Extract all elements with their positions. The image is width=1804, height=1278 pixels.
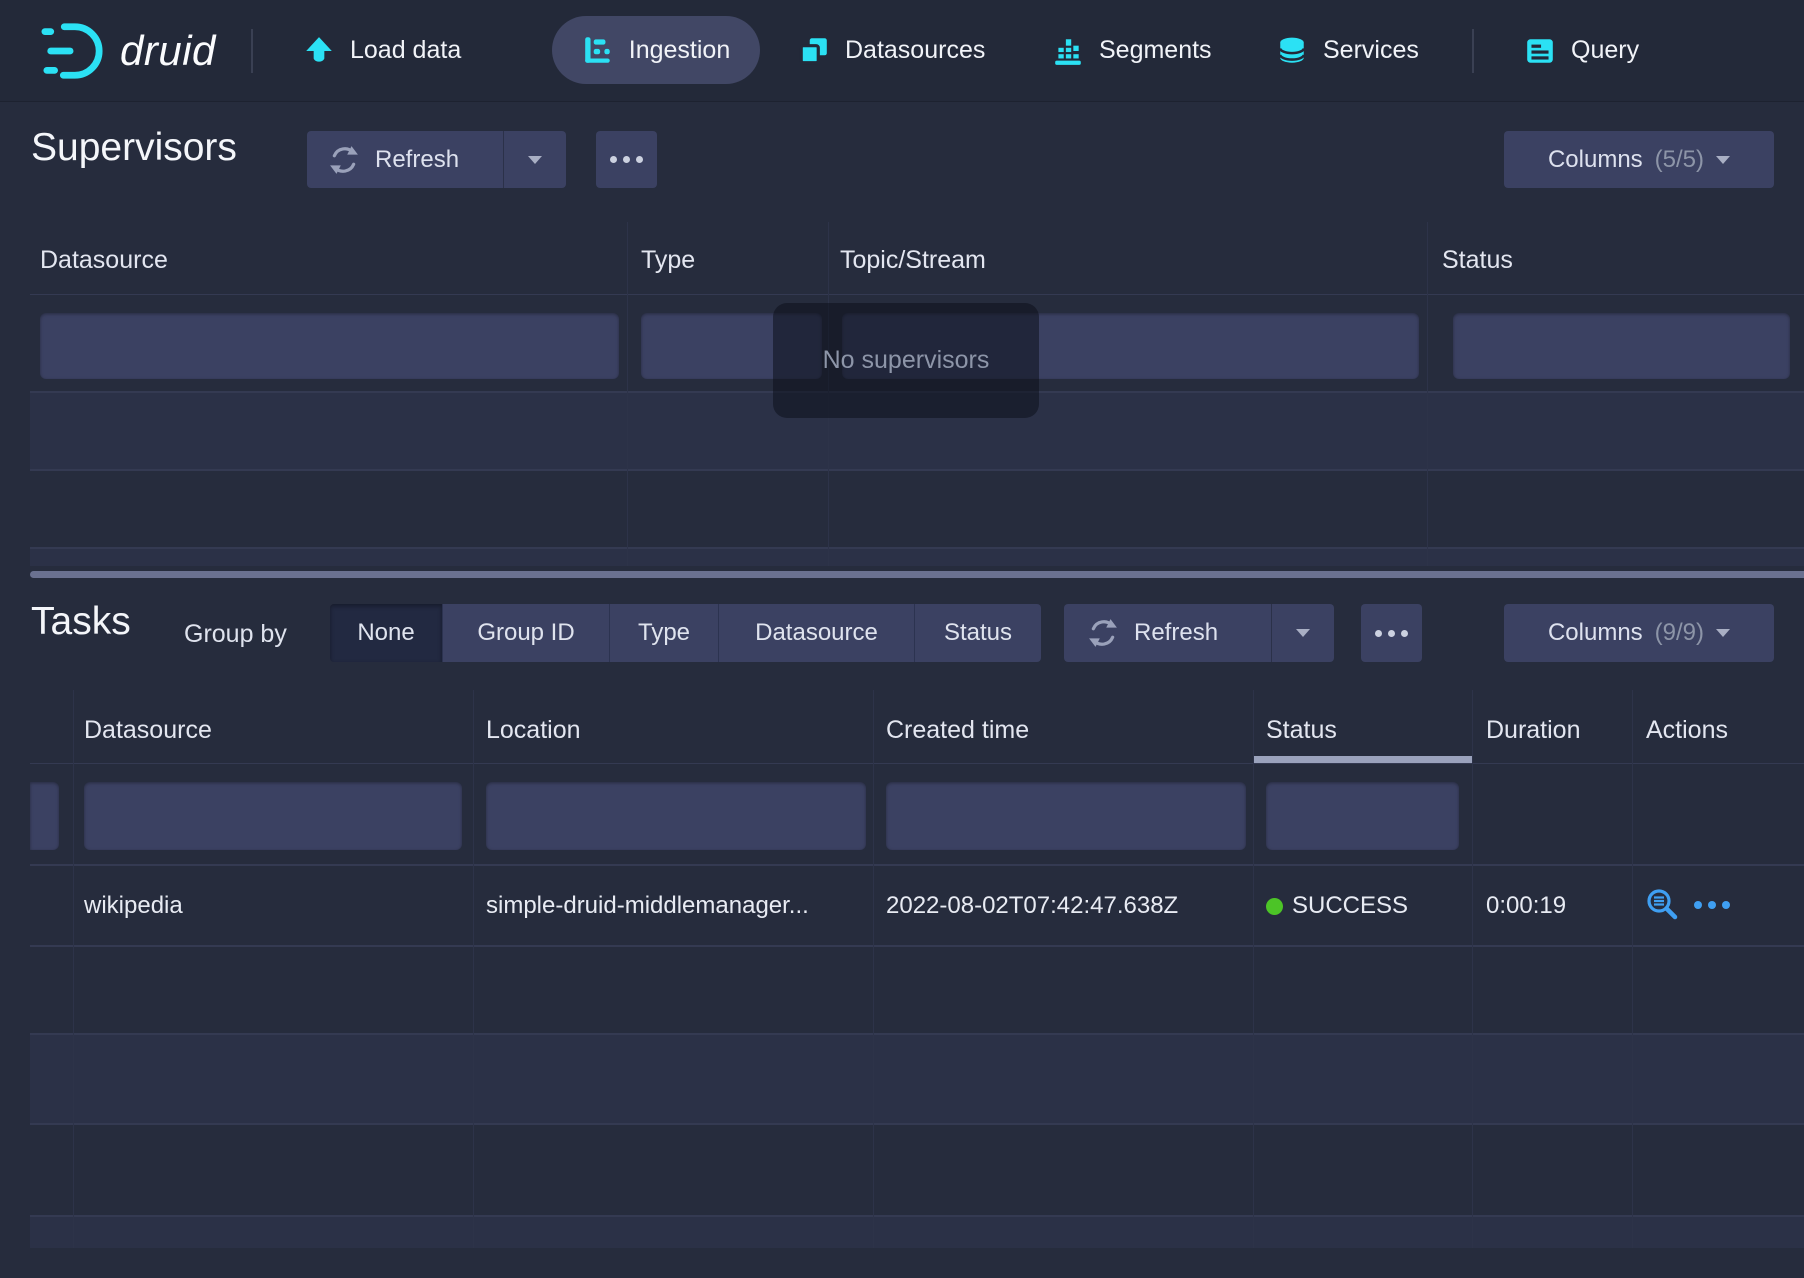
cell-duration: 0:00:19 bbox=[1486, 892, 1566, 920]
task-col-duration[interactable]: Duration bbox=[1486, 716, 1581, 745]
group-by-group-id-button[interactable]: Group ID bbox=[443, 604, 610, 662]
tasks-more-button[interactable] bbox=[1361, 604, 1422, 662]
nav-label: Segments bbox=[1099, 36, 1212, 65]
refresh-icon bbox=[1088, 618, 1118, 648]
datasources-icon bbox=[798, 35, 830, 67]
supervisors-refresh-button[interactable]: Refresh bbox=[307, 131, 503, 188]
supervisors-title: Supervisors bbox=[31, 126, 237, 170]
columns-count: (5/5) bbox=[1655, 146, 1704, 174]
supervisors-more-button[interactable] bbox=[596, 131, 657, 188]
task-filter-datasource[interactable] bbox=[84, 782, 462, 850]
table-row bbox=[30, 1217, 1804, 1248]
refresh-label: Refresh bbox=[375, 146, 459, 174]
nav-label: Services bbox=[1323, 36, 1419, 65]
nav-label: Query bbox=[1571, 36, 1639, 65]
nav-load-data[interactable]: Load data bbox=[303, 0, 461, 101]
columns-count: (9/9) bbox=[1655, 619, 1704, 647]
group-by-none-button[interactable]: None bbox=[330, 604, 443, 662]
nav-query[interactable]: Query bbox=[1524, 0, 1639, 101]
chevron-down-icon bbox=[528, 156, 542, 164]
nav-datasources[interactable]: Datasources bbox=[798, 0, 985, 101]
brand[interactable]: druid bbox=[38, 0, 216, 101]
sup-col-status[interactable]: Status bbox=[1442, 246, 1513, 275]
druid-console: druid Load data Ingestion bbox=[0, 0, 1804, 1278]
cell-status: SUCCESS bbox=[1292, 892, 1408, 920]
cell-location: simple-druid-middlemanager... bbox=[486, 892, 809, 920]
chevron-down-icon bbox=[1716, 156, 1730, 164]
chevron-down-icon bbox=[1716, 629, 1730, 637]
header-divider bbox=[30, 294, 1804, 295]
supervisors-columns-button[interactable]: Columns (5/5) bbox=[1504, 131, 1774, 188]
task-filter-status[interactable] bbox=[1266, 782, 1459, 850]
no-supervisors-message: No supervisors bbox=[773, 303, 1039, 418]
tasks-refresh-button[interactable]: Refresh bbox=[1064, 604, 1271, 662]
group-by-type-button[interactable]: Type bbox=[610, 604, 719, 662]
success-status-dot bbox=[1266, 898, 1283, 915]
nav-ingestion[interactable]: Ingestion bbox=[552, 16, 760, 84]
sup-col-topic-stream[interactable]: Topic/Stream bbox=[840, 246, 986, 275]
sup-col-type[interactable]: Type bbox=[641, 246, 695, 275]
task-filter-clipped[interactable] bbox=[30, 782, 59, 850]
task-col-status[interactable]: Status bbox=[1266, 716, 1337, 745]
group-by-button-group: None Group ID Type Datasource Status bbox=[330, 604, 1041, 662]
cell-created-time: 2022-08-02T07:42:47.638Z bbox=[886, 892, 1178, 920]
cell-datasource: wikipedia bbox=[84, 892, 183, 920]
chevron-down-icon bbox=[1296, 629, 1310, 637]
brand-name: druid bbox=[120, 27, 216, 75]
ellipsis-icon bbox=[1361, 630, 1422, 637]
task-col-datasource[interactable]: Datasource bbox=[84, 716, 212, 745]
query-icon bbox=[1524, 35, 1556, 67]
services-icon bbox=[1276, 35, 1308, 67]
segments-icon bbox=[1052, 35, 1084, 67]
table-row bbox=[30, 1035, 1804, 1125]
task-col-actions[interactable]: Actions bbox=[1646, 716, 1728, 745]
group-by-label: Group by bbox=[184, 620, 287, 649]
supervisors-refresh-dropdown[interactable] bbox=[503, 131, 566, 188]
ellipsis-icon bbox=[596, 156, 657, 163]
nav-label: Datasources bbox=[845, 36, 985, 65]
task-col-location[interactable]: Location bbox=[486, 716, 581, 745]
nav-divider bbox=[1472, 29, 1474, 73]
top-nav: druid Load data Ingestion bbox=[0, 0, 1804, 102]
columns-label: Columns bbox=[1548, 619, 1643, 647]
task-filter-created-time[interactable] bbox=[886, 782, 1246, 850]
refresh-label: Refresh bbox=[1134, 619, 1218, 647]
nav-divider bbox=[251, 29, 253, 73]
nav-segments[interactable]: Segments bbox=[1052, 0, 1212, 101]
sup-filter-status[interactable] bbox=[1453, 313, 1790, 379]
ingestion-icon bbox=[582, 34, 614, 66]
columns-label: Columns bbox=[1548, 146, 1643, 174]
nav-services[interactable]: Services bbox=[1276, 0, 1419, 101]
task-actions-menu-icon[interactable] bbox=[1694, 901, 1730, 909]
task-detail-magnifier-icon[interactable] bbox=[1644, 887, 1682, 925]
sup-col-datasource[interactable]: Datasource bbox=[40, 246, 168, 275]
table-row bbox=[30, 548, 1804, 566]
nav-label: Ingestion bbox=[629, 36, 730, 65]
task-filter-location[interactable] bbox=[486, 782, 866, 850]
task-col-created-time[interactable]: Created time bbox=[886, 716, 1029, 745]
tasks-columns-button[interactable]: Columns (9/9) bbox=[1504, 604, 1774, 662]
tasks-refresh-dropdown[interactable] bbox=[1271, 604, 1334, 662]
tasks-title: Tasks bbox=[31, 600, 131, 644]
nav-label: Load data bbox=[350, 36, 461, 65]
druid-logo-icon bbox=[38, 20, 108, 82]
load-data-icon bbox=[303, 35, 335, 67]
sup-filter-datasource[interactable] bbox=[40, 313, 619, 379]
group-by-datasource-button[interactable]: Datasource bbox=[719, 604, 915, 662]
supervisors-horizontal-scrollbar[interactable] bbox=[30, 571, 1804, 578]
group-by-status-button[interactable]: Status bbox=[915, 604, 1041, 662]
refresh-icon bbox=[329, 145, 359, 175]
